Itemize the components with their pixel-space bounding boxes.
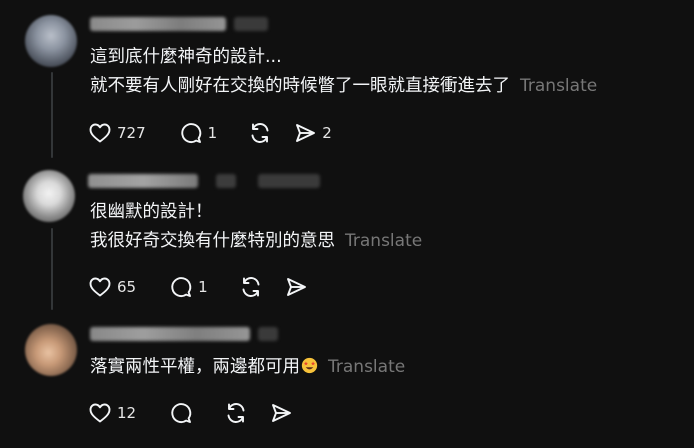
reply-button[interactable]: 1 xyxy=(169,273,208,301)
comment-bubble-icon xyxy=(169,401,193,425)
comment-text: 很幽默的設計！ 我很好奇交換有什麼特別的意思 Translate xyxy=(90,198,422,256)
star-struck-emoji xyxy=(300,357,318,377)
repost-button[interactable] xyxy=(223,399,249,427)
repost-arrows-icon xyxy=(223,401,249,425)
send-paper-plane-icon xyxy=(269,401,293,425)
share-count: 2 xyxy=(322,124,332,142)
send-paper-plane-icon xyxy=(293,121,317,145)
comment-text-line: 落實兩性平權，兩邊都可用 Translate xyxy=(90,357,406,377)
like-count: 65 xyxy=(117,278,137,296)
heart-icon xyxy=(88,401,112,425)
translate-link[interactable]: Translate xyxy=(328,357,405,377)
comment-text-line: 很幽默的設計！ xyxy=(90,202,213,222)
timestamp-obscured xyxy=(216,174,236,188)
avatar[interactable] xyxy=(23,170,75,222)
comment-item: 很幽默的設計！ 我很好奇交換有什麼特別的意思 Translate 65 1 xyxy=(0,160,694,315)
like-count: 727 xyxy=(117,124,146,142)
comment-item: 這到底什麼神奇的設計... 就不要有人剛好在交換的時候瞥了一眼就直接衝進去了 Tr… xyxy=(0,0,694,160)
timestamp-obscured xyxy=(234,17,268,31)
repost-arrows-icon xyxy=(247,121,273,145)
reply-button[interactable]: 1 xyxy=(179,119,218,147)
comment-bubble-icon xyxy=(169,275,193,299)
action-bar: 65 1 xyxy=(88,273,308,301)
timestamp-obscured xyxy=(258,327,278,341)
repost-button[interactable] xyxy=(238,273,264,301)
reply-count: 1 xyxy=(207,124,218,142)
heart-icon xyxy=(88,121,112,145)
comment-item: 落實兩性平權，兩邊都可用 Translate 12 xyxy=(0,315,694,448)
translate-link[interactable]: Translate xyxy=(345,231,422,251)
author-name-obscured[interactable] xyxy=(90,327,250,341)
avatar[interactable] xyxy=(25,15,77,67)
repost-button[interactable] xyxy=(247,119,273,147)
share-button[interactable] xyxy=(269,399,293,427)
action-bar: 12 xyxy=(88,399,293,427)
like-button[interactable]: 65 xyxy=(88,273,136,301)
like-count: 12 xyxy=(117,404,137,422)
avatar[interactable] xyxy=(25,324,77,376)
translate-link[interactable]: Translate xyxy=(520,76,597,96)
share-button[interactable] xyxy=(284,273,308,301)
send-paper-plane-icon xyxy=(284,275,308,299)
comment-text: 落實兩性平權，兩邊都可用 Translate xyxy=(90,353,405,382)
comment-text-line: 這到底什麼神奇的設計... xyxy=(90,47,282,67)
share-button[interactable]: 2 xyxy=(293,119,332,147)
like-button[interactable]: 12 xyxy=(88,399,136,427)
comment-text: 這到底什麼神奇的設計... 就不要有人剛好在交換的時候瞥了一眼就直接衝進去了 Tr… xyxy=(90,43,597,101)
action-bar: 727 1 2 xyxy=(88,119,332,147)
author-name-obscured[interactable] xyxy=(88,174,198,188)
reply-button[interactable] xyxy=(169,399,193,427)
comment-text-line: 我很好奇交換有什麼特別的意思 Translate xyxy=(90,231,423,251)
reply-count: 1 xyxy=(198,278,208,296)
comment-text-line: 就不要有人剛好在交換的時候瞥了一眼就直接衝進去了 Translate xyxy=(90,76,598,96)
comment-bubble-icon xyxy=(179,121,203,145)
heart-icon xyxy=(88,275,112,299)
repost-arrows-icon xyxy=(238,275,264,299)
like-button[interactable]: 727 xyxy=(88,119,146,147)
timestamp-obscured xyxy=(258,174,320,188)
author-name-obscured[interactable] xyxy=(90,17,226,31)
